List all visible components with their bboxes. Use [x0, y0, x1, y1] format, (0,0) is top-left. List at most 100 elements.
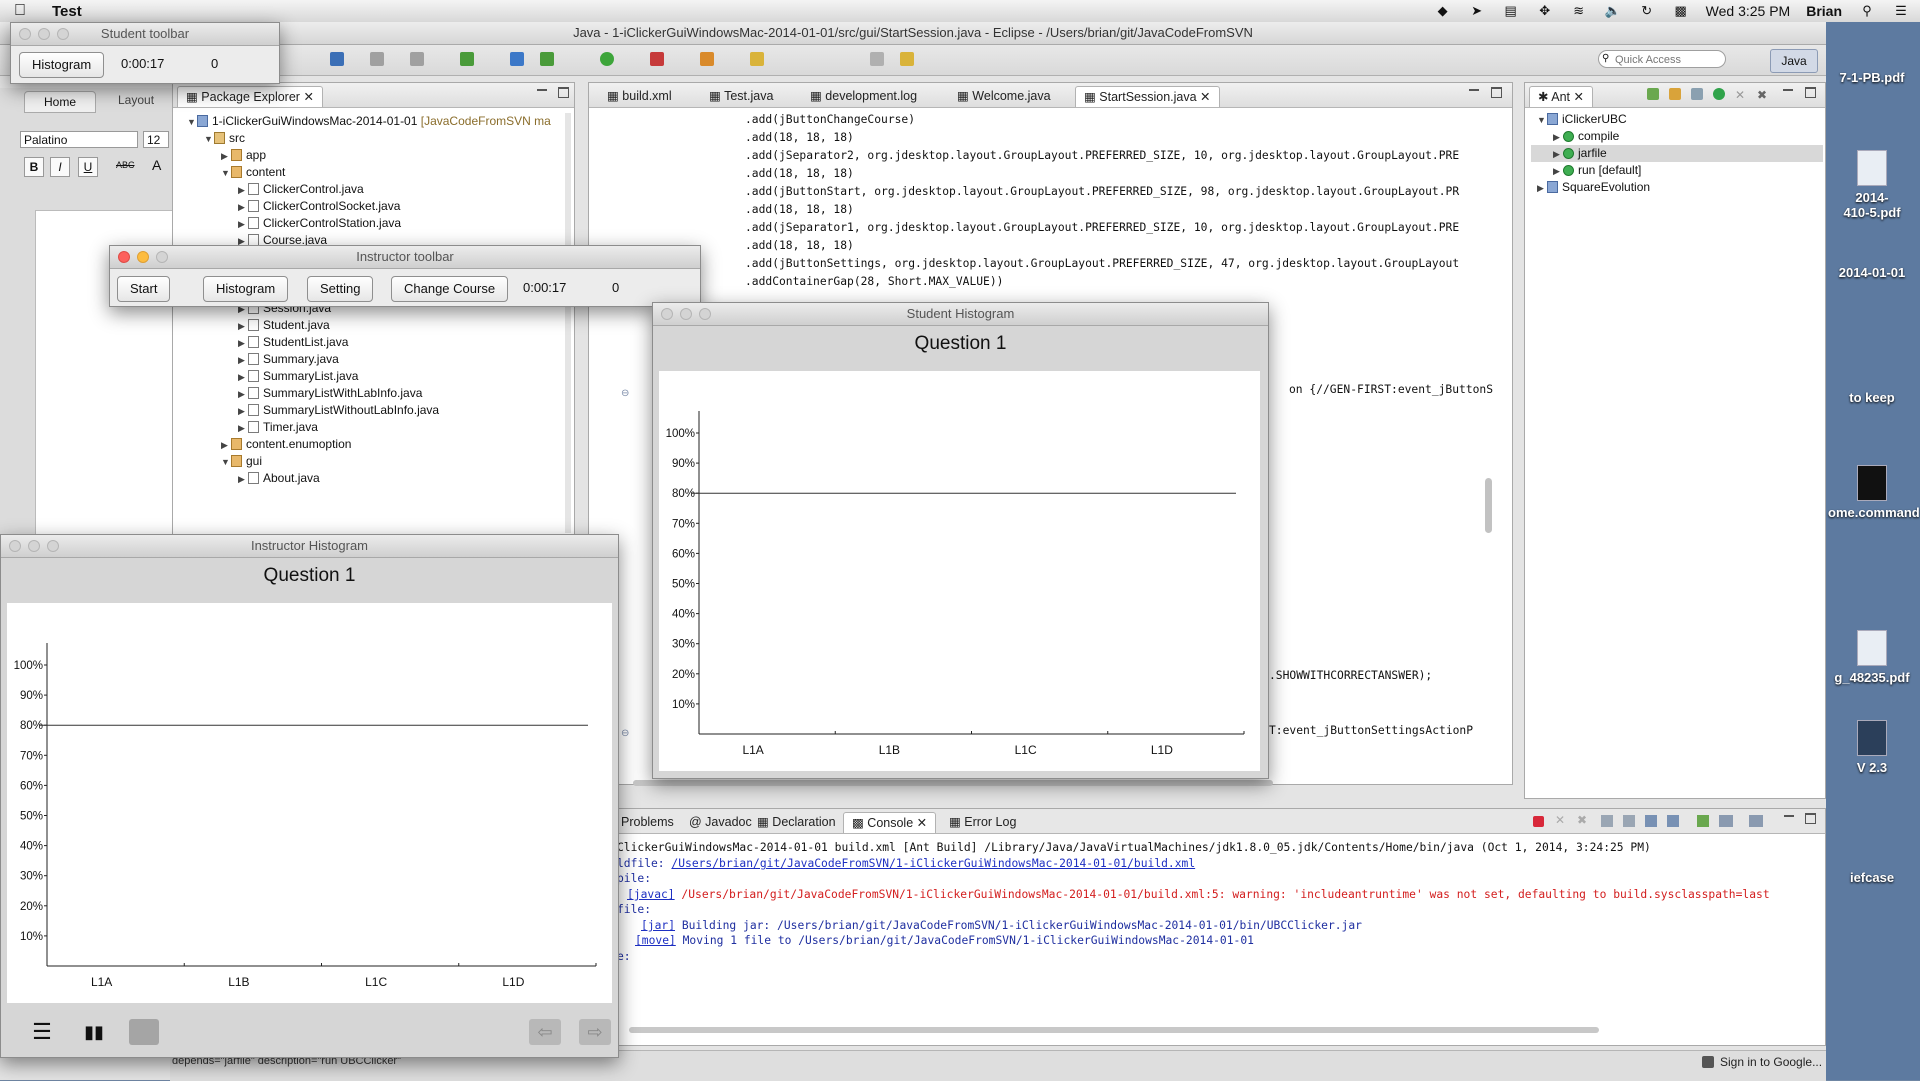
- dropbox-icon[interactable]: ◆: [1434, 3, 1452, 18]
- tree-arrow-icon[interactable]: ▶: [1553, 146, 1563, 163]
- volume-icon[interactable]: 🔈: [1604, 3, 1622, 18]
- toolbar-icon[interactable]: [370, 52, 384, 66]
- tree-project[interactable]: ▼ 1-iClickerGuiWindowsMac-2014-01-01 [Jav…: [187, 113, 551, 130]
- editor-scrollbar[interactable]: [1485, 478, 1492, 533]
- package-explorer-scrollbar[interactable]: [565, 113, 571, 533]
- underline-button[interactable]: U: [78, 157, 98, 177]
- desktop-icon-briefcase[interactable]: iefcase: [1828, 870, 1916, 885]
- maximize-icon[interactable]: [1491, 87, 1502, 98]
- close-button[interactable]: [661, 308, 673, 320]
- desktop-icon-pdf-1[interactable]: 7-1-PB.pdf: [1828, 70, 1916, 85]
- collapsed-arrow-icon[interactable]: ▶: [238, 386, 248, 403]
- wifi-icon[interactable]: ≋: [1570, 3, 1588, 18]
- font-size-select[interactable]: 12: [143, 131, 169, 148]
- zoom-button[interactable]: [156, 251, 168, 263]
- collapsed-arrow-icon[interactable]: ▶: [238, 182, 248, 199]
- desktop-icon-app[interactable]: V 2.3: [1828, 720, 1916, 775]
- coverage-icon[interactable]: [650, 52, 664, 66]
- tab-startsession-java[interactable]: ▦ StartSession.java ✕: [1075, 86, 1220, 107]
- tree-item[interactable]: ▶ StudentList.java: [238, 334, 348, 351]
- collapsed-arrow-icon[interactable]: ▶: [238, 216, 248, 233]
- tree-arrow-icon[interactable]: ▼: [1537, 112, 1547, 129]
- toolbar-icon[interactable]: [410, 52, 424, 66]
- desktop-icon-command[interactable]: ome.command: [1828, 465, 1920, 520]
- collapsed-arrow-icon[interactable]: ▶: [238, 403, 248, 420]
- move-icon[interactable]: ✥: [1536, 3, 1554, 18]
- java-perspective-button[interactable]: Java: [1770, 49, 1818, 73]
- zoom-button[interactable]: [47, 540, 59, 552]
- minimize-button[interactable]: [28, 540, 40, 552]
- tree-item[interactable]: ▶ Summary.java: [238, 351, 339, 368]
- font-name-select[interactable]: Palatino: [20, 131, 138, 148]
- tab-error-log[interactable]: ▦ Error Log: [941, 812, 1024, 832]
- fold-icon[interactable]: ⊖: [621, 728, 629, 739]
- maximize-icon[interactable]: [1805, 813, 1816, 824]
- run-target-icon[interactable]: [1713, 88, 1725, 100]
- previous-arrow-icon[interactable]: ⇦: [529, 1019, 561, 1045]
- forward-icon[interactable]: [900, 52, 914, 66]
- maximize-icon[interactable]: [1805, 87, 1816, 98]
- display-console-icon[interactable]: [1719, 815, 1733, 827]
- toolbar-icon[interactable]: [510, 52, 524, 66]
- collapsed-arrow-icon[interactable]: ▶: [221, 437, 231, 454]
- minimize-icon[interactable]: [1469, 89, 1479, 91]
- collapsed-arrow-icon[interactable]: ▶: [238, 471, 248, 488]
- menubar-clock[interactable]: Wed 3:25 PM: [1706, 3, 1791, 19]
- run-icon[interactable]: [600, 52, 614, 66]
- minimize-icon[interactable]: [1783, 89, 1793, 91]
- change-course-button[interactable]: Change Course: [391, 276, 509, 302]
- remove-all-icon[interactable]: ✖: [1757, 88, 1767, 102]
- tree-item[interactable]: ▶ ClickerControl.java: [238, 181, 364, 198]
- tree-item[interactable]: ▶ ClickerControlSocket.java: [238, 198, 400, 215]
- keyboard-icon[interactable]: ▩: [1672, 3, 1690, 18]
- tree-arrow-icon[interactable]: ▶: [1553, 163, 1563, 180]
- tab-package-explorer[interactable]: ▦ Package Explorer ✕: [177, 86, 323, 107]
- tree-item[interactable]: ▼ content: [221, 164, 285, 181]
- expanded-arrow-icon[interactable]: ▼: [221, 165, 231, 182]
- menubar-user[interactable]: Brian: [1806, 3, 1842, 19]
- tree-item[interactable]: ▶ SummaryListWithLabInfo.java: [238, 385, 422, 402]
- word-wrap-icon[interactable]: [1645, 815, 1657, 827]
- tab-problems[interactable]: Problems: [613, 812, 682, 832]
- sign-in-google[interactable]: Sign in to Google...: [1720, 1055, 1822, 1069]
- toolbar-icon[interactable]: [540, 52, 554, 66]
- pin-console-icon[interactable]: [1697, 815, 1709, 827]
- close-button[interactable]: [118, 251, 130, 263]
- tab-ant[interactable]: ✱ Ant ✕: [1529, 86, 1593, 107]
- student-histogram-button[interactable]: Histogram: [19, 52, 105, 78]
- collapsed-arrow-icon[interactable]: ▶: [238, 420, 248, 437]
- tree-item[interactable]: ▶ SummaryList.java: [238, 368, 358, 385]
- move-link[interactable]: [move]: [635, 934, 676, 947]
- search-buildfile-icon[interactable]: [1669, 88, 1681, 100]
- desktop-icon-pdf-3[interactable]: g_48235.pdf: [1828, 630, 1916, 685]
- histogram-button[interactable]: Histogram: [203, 276, 289, 302]
- code-editor[interactable]: .add(jButtonChangeCourse) .add(18, 18, 18…: [745, 111, 1459, 291]
- tree-item[interactable]: ▶ Student.java: [238, 317, 330, 334]
- strikethrough-button[interactable]: ABC: [116, 160, 135, 170]
- tab-welcome-java[interactable]: ▦ Welcome.java: [949, 86, 1059, 106]
- tree-arrow-icon[interactable]: ▶: [1537, 180, 1547, 197]
- remove-launch-icon[interactable]: ✕: [1555, 813, 1565, 827]
- bar-chart-icon[interactable]: ▮▮: [79, 1019, 109, 1045]
- setting-button[interactable]: Setting: [307, 276, 374, 302]
- back-icon[interactable]: [870, 52, 884, 66]
- collapsed-arrow-icon[interactable]: ▶: [238, 369, 248, 386]
- tree-item[interactable]: ▼ src: [204, 130, 245, 147]
- expanded-arrow-icon[interactable]: ▼: [221, 454, 231, 471]
- open-console-icon[interactable]: [1749, 815, 1763, 827]
- javac-link[interactable]: [javac]: [627, 888, 675, 901]
- debug-icon[interactable]: [330, 52, 344, 66]
- apple-menu-icon[interactable]: : [0, 2, 40, 20]
- buildfile-link[interactable]: /Users/brian/git/JavaCodeFromSVN/1-iClic…: [671, 857, 1195, 870]
- location-arrow-icon[interactable]: ➤: [1468, 3, 1486, 18]
- bank-icon[interactable]: ▤: [1502, 3, 1520, 18]
- remove-all-launches-icon[interactable]: ✖: [1577, 813, 1587, 827]
- collapsed-arrow-icon[interactable]: ▶: [238, 199, 248, 216]
- minimize-icon[interactable]: [537, 89, 547, 91]
- collapsed-arrow-icon[interactable]: ▶: [238, 335, 248, 352]
- list-view-icon[interactable]: ☰: [29, 1019, 55, 1045]
- ant-item[interactable]: ▼ iClickerUBC: [1537, 111, 1627, 129]
- ant-item[interactable]: ▶ SquareEvolution: [1537, 179, 1650, 197]
- desktop-icon-folder-2[interactable]: to keep: [1828, 390, 1916, 405]
- app-menu[interactable]: Test: [52, 3, 82, 20]
